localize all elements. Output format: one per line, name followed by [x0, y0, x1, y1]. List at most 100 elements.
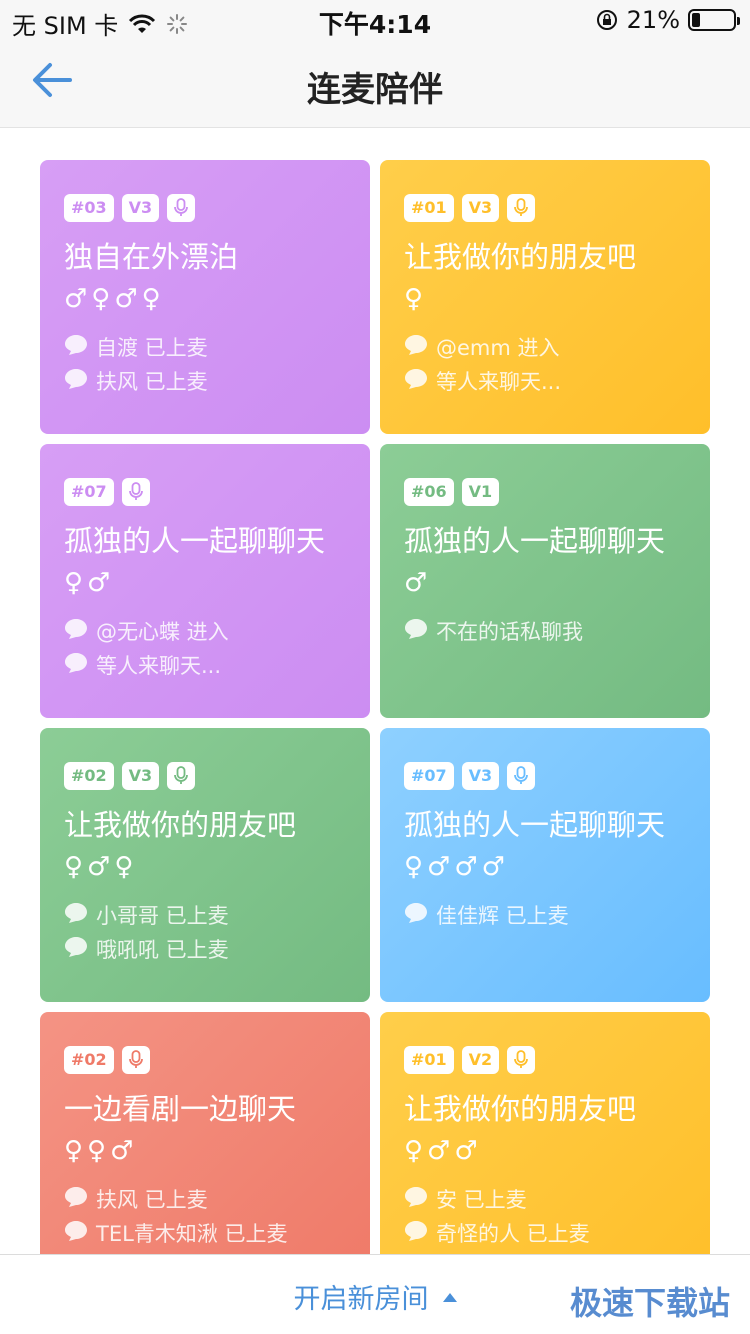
room-title: 独自在外漂泊 — [64, 240, 239, 274]
message-item: @无心蝶 进入 — [64, 614, 346, 648]
orientation-lock-icon — [596, 10, 617, 30]
room-badges: #02 — [64, 1046, 346, 1074]
room-badges: #01 V2 — [404, 1046, 686, 1074]
room-number-badge: #02 — [64, 762, 114, 790]
room-messages: 自渡 已上麦扶风 已上麦 — [64, 330, 346, 398]
chat-bubble-icon — [404, 618, 428, 645]
message-item: 扶风 已上麦 — [64, 364, 346, 398]
chat-bubble-icon — [64, 1186, 88, 1213]
message-text: 安 已上麦 — [436, 1188, 527, 1212]
message-item: 不在的话私聊我 — [404, 614, 686, 648]
microphone-icon — [507, 762, 536, 790]
level-badge: V2 — [461, 1046, 500, 1074]
message-item: 哦吼吼 已上麦 — [64, 932, 346, 966]
message-item: 扶风 已上麦 — [64, 1182, 346, 1216]
message-item: 小哥哥 已上麦 — [64, 898, 346, 932]
room-title: 让我做你的朋友吧 — [404, 240, 637, 274]
room-title: 让我做你的朋友吧 — [64, 808, 297, 842]
message-text: 扶风 已上麦 — [96, 370, 208, 394]
status-right: 21% — [595, 6, 740, 34]
room-badges: #06 V1 — [404, 478, 686, 506]
battery-icon — [688, 9, 740, 31]
message-item: 安 已上麦 — [404, 1182, 686, 1216]
message-text: 等人来聊天... — [96, 654, 222, 678]
room-card[interactable]: #07 孤独的人一起聊聊天 ♀♂ @无心蝶 进入等人来聊天... — [40, 444, 370, 718]
room-card[interactable]: #06 V1 孤独的人一起聊聊天 ♂ 不在的话私聊我 — [380, 444, 710, 718]
level-badge: V3 — [461, 762, 500, 790]
microphone-icon — [167, 762, 196, 790]
room-number-badge: #07 — [64, 478, 114, 506]
message-item: @emm 进入 — [404, 330, 686, 364]
chat-bubble-icon — [64, 618, 88, 645]
room-title: 孤独的人一起聊聊天 — [64, 524, 326, 558]
message-text: 扶风 已上麦 — [96, 1188, 208, 1212]
microphone-icon — [167, 194, 196, 222]
chat-bubble-icon — [404, 902, 428, 929]
battery-percent: 21% — [626, 6, 680, 34]
gender-icons: ♀♂♂ — [404, 1136, 482, 1166]
room-messages: @无心蝶 进入等人来聊天... — [64, 614, 346, 682]
chat-bubble-icon — [64, 902, 88, 929]
room-badges: #03 V3 — [64, 194, 346, 222]
gender-icons: ♀♂ — [64, 568, 115, 598]
room-card[interactable]: #02 一边看剧一边聊天 ♀♀♂ 扶风 已上麦 TEL青木知湫 已上麦 — [40, 1012, 370, 1286]
microphone-icon — [121, 1046, 150, 1074]
microphone-icon — [507, 1046, 536, 1074]
nav-bar: 连麦陪伴 — [0, 40, 750, 128]
gender-icons: ♀♂♂♂ — [404, 852, 509, 882]
message-text: TEL青木知湫 已上麦 — [96, 1222, 288, 1246]
message-text: 哦吼吼 已上麦 — [96, 938, 229, 962]
room-messages: 小哥哥 已上麦 哦吼吼 已上麦 — [64, 898, 346, 966]
chat-bubble-icon — [64, 334, 88, 361]
gender-icons: ♀ — [404, 284, 428, 314]
room-number-badge: #07 — [404, 762, 454, 790]
message-text: 等人来聊天... — [436, 370, 562, 394]
room-card[interactable]: #02 V3 让我做你的朋友吧 ♀♂♀ 小哥哥 已上麦 哦吼吼 已上麦 — [40, 728, 370, 1002]
chat-bubble-icon — [404, 368, 428, 395]
chat-bubble-icon — [64, 652, 88, 679]
room-title: 孤独的人一起聊聊天 — [404, 808, 666, 842]
message-item: TEL青木知湫 已上麦 — [64, 1216, 346, 1250]
level-badge: V1 — [461, 478, 500, 506]
room-card[interactable]: #01 V3 让我做你的朋友吧 ♀ @emm 进入 等人来聊天... — [380, 160, 710, 434]
room-badges: #01 V3 — [404, 194, 686, 222]
chat-bubble-icon — [64, 368, 88, 395]
room-grid: #03 V3 独自在外漂泊 ♂♀♂♀ 自渡 已上麦 扶风 已上麦 #01 V3 让我做你的朋友吧… — [40, 160, 710, 1286]
message-text: 小哥哥 已上麦 — [96, 904, 229, 928]
room-messages: 安 已上麦奇怪的人 已上麦 — [404, 1182, 686, 1250]
chat-bubble-icon — [404, 1186, 428, 1213]
room-messages: 扶风 已上麦 TEL青木知湫 已上麦 — [64, 1182, 346, 1250]
message-text: 佳佳辉 已上麦 — [436, 904, 569, 928]
level-badge: V3 — [121, 762, 160, 790]
page-title: 连麦陪伴 — [307, 70, 443, 110]
room-badges: #02 V3 — [64, 762, 346, 790]
caret-up-icon — [442, 1293, 457, 1302]
chat-bubble-icon — [64, 1220, 88, 1247]
message-text: @emm 进入 — [436, 336, 560, 360]
room-badges: #07 V3 — [404, 762, 686, 790]
open-new-room-label: 开启新房间 — [293, 1284, 429, 1315]
message-text: 不在的话私聊我 — [436, 620, 583, 644]
chat-bubble-icon — [64, 936, 88, 963]
room-title: 让我做你的朋友吧 — [404, 1092, 637, 1126]
microphone-icon — [507, 194, 536, 222]
level-badge: V3 — [121, 194, 160, 222]
battery-fill — [692, 13, 701, 27]
room-number-badge: #01 — [404, 1046, 454, 1074]
room-card[interactable]: #01 V2 让我做你的朋友吧 ♀♂♂ 安 已上麦奇怪的人 已上麦 — [380, 1012, 710, 1286]
microphone-icon — [121, 478, 150, 506]
bottom-bar: 开启新房间 极速下载站 — [0, 1254, 750, 1334]
status-bar: 无 SIM 卡 下午4:14 21% — [0, 0, 750, 40]
room-number-badge: #02 — [64, 1046, 114, 1074]
message-item: 自渡 已上麦 — [64, 330, 346, 364]
room-number-badge: #01 — [404, 194, 454, 222]
level-badge: V3 — [461, 194, 500, 222]
room-card[interactable]: #07 V3 孤独的人一起聊聊天 ♀♂♂♂ 佳佳辉 已上麦 — [380, 728, 710, 1002]
message-item: 奇怪的人 已上麦 — [404, 1216, 686, 1250]
room-card[interactable]: #03 V3 独自在外漂泊 ♂♀♂♀ 自渡 已上麦 扶风 已上麦 — [40, 160, 370, 434]
gender-icons: ♂ — [404, 568, 432, 598]
message-item: 等人来聊天... — [64, 648, 346, 682]
chat-bubble-icon — [404, 334, 428, 361]
message-item: 等人来聊天... — [404, 364, 686, 398]
gender-icons: ♀♂♀ — [64, 852, 138, 882]
